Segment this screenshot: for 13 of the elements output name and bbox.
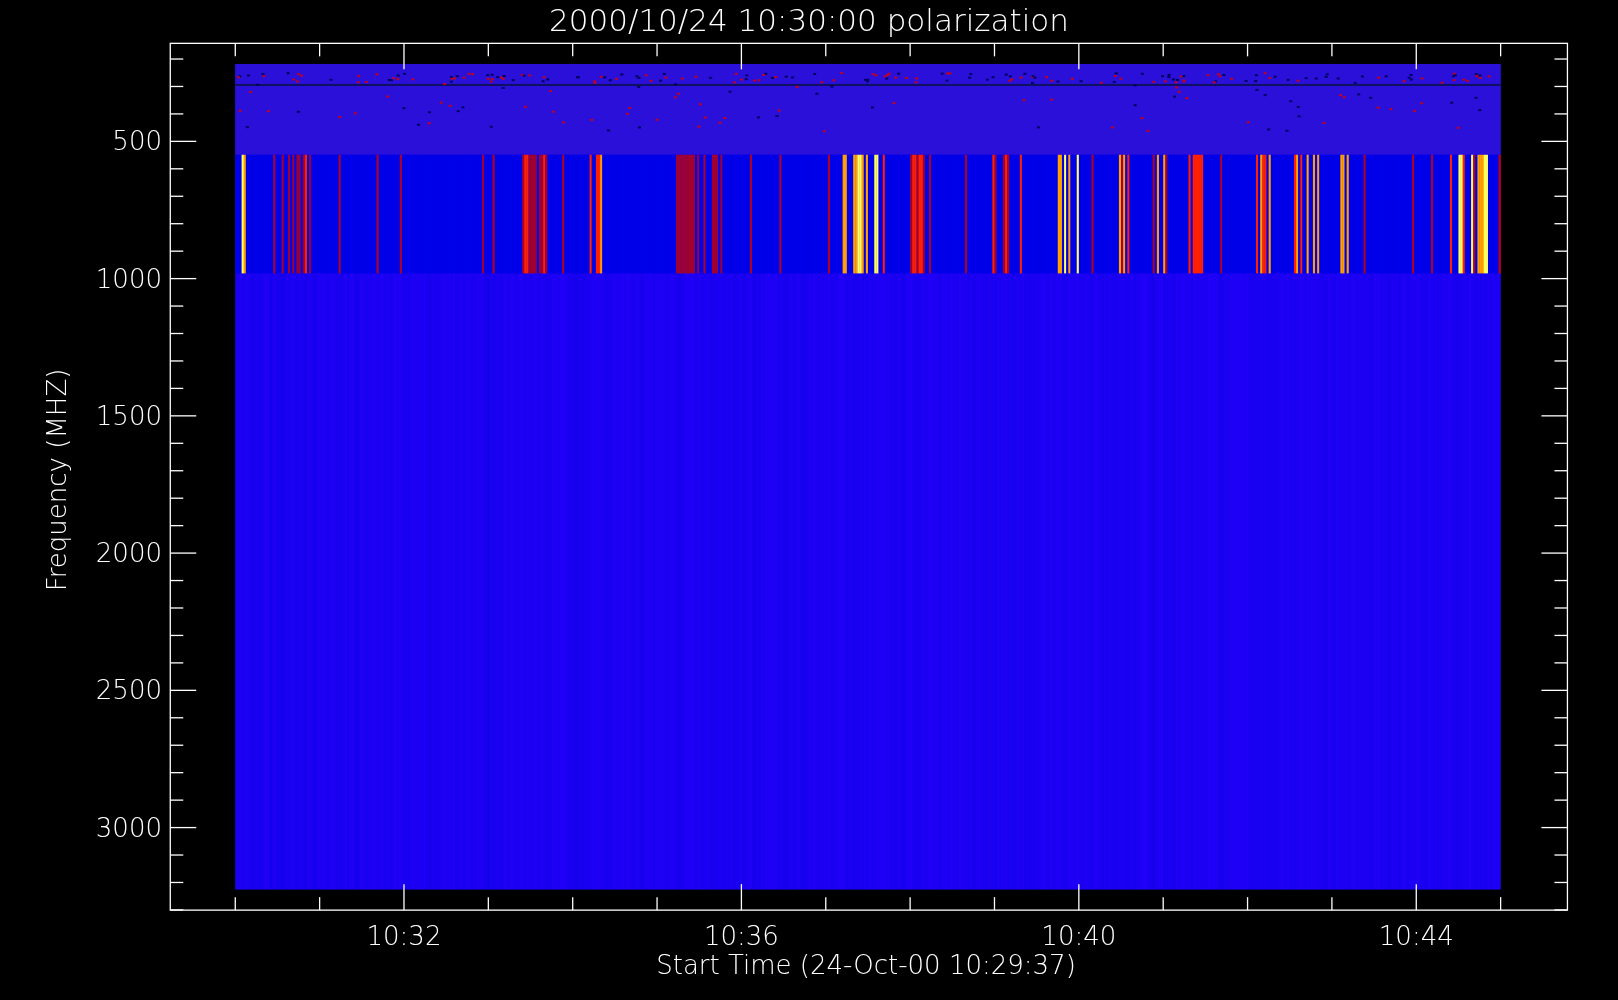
tick-label: 2000 bbox=[95, 538, 162, 569]
tick-label: 1500 bbox=[95, 400, 162, 431]
tick-label: 500 bbox=[112, 126, 162, 157]
tick-label: 3000 bbox=[95, 812, 162, 843]
tick-label: 10:36 bbox=[703, 921, 779, 951]
tick-label: 2500 bbox=[95, 675, 162, 706]
axis-label: Frequency (MHZ) bbox=[42, 368, 72, 592]
tick-label: 10:40 bbox=[1041, 921, 1117, 951]
tick-label: 10:32 bbox=[366, 921, 442, 951]
tick-label: 10:44 bbox=[1378, 921, 1454, 951]
axis-label: Start Time (24-Oct-00 10:29:37) bbox=[656, 950, 1076, 980]
tick-label: 1000 bbox=[95, 263, 162, 294]
plot-title: 2000/10/24 10:30:00 polarization bbox=[549, 2, 1069, 38]
